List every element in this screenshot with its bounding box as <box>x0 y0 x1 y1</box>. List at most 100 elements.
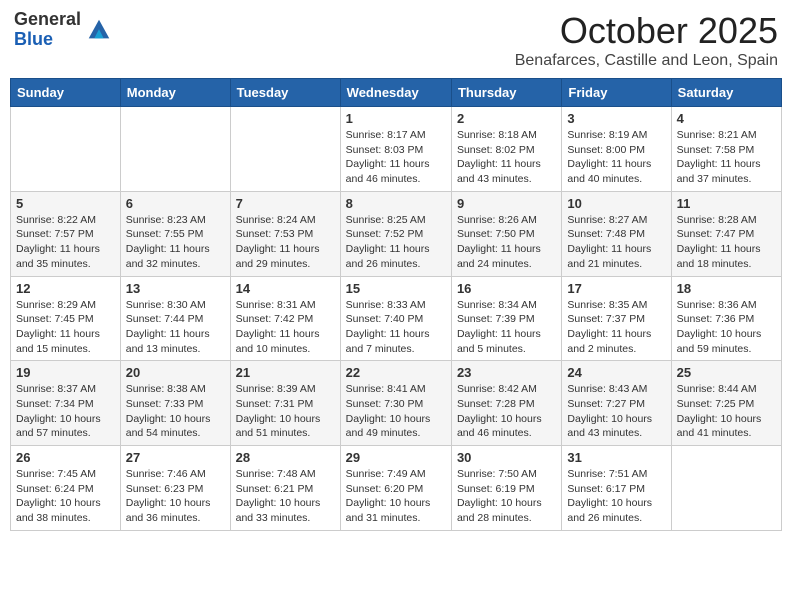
day-info: Sunrise: 8:28 AM Sunset: 7:47 PM Dayligh… <box>677 213 776 272</box>
day-info: Sunrise: 8:34 AM Sunset: 7:39 PM Dayligh… <box>457 298 556 357</box>
day-number: 21 <box>236 365 335 380</box>
day-number: 3 <box>567 111 665 126</box>
calendar-cell: 8 Sunrise: 8:25 AM Sunset: 7:52 PM Daylig… <box>340 191 451 276</box>
day-number: 31 <box>567 450 665 465</box>
day-info: Sunrise: 8:31 AM Sunset: 7:42 PM Dayligh… <box>236 298 335 357</box>
day-number: 12 <box>16 281 115 296</box>
calendar-cell: 3 Sunrise: 8:19 AM Sunset: 8:00 PM Daylig… <box>562 107 671 192</box>
title-block: October 2025 Benafarces, Castille and Le… <box>515 10 778 70</box>
day-number: 9 <box>457 196 556 211</box>
calendar-week-row: 19Sunrise: 8:37 AM Sunset: 7:34 PM Dayli… <box>11 361 782 446</box>
calendar-cell: 4Sunrise: 8:21 AM Sunset: 7:58 PM Daylig… <box>671 107 781 192</box>
day-number: 7 <box>236 196 335 211</box>
calendar-cell: 19Sunrise: 8:37 AM Sunset: 7:34 PM Dayli… <box>11 361 121 446</box>
day-info: Sunrise: 8:33 AM Sunset: 7:40 PM Dayligh… <box>346 298 446 357</box>
column-header-monday: Monday <box>120 79 230 107</box>
day-info: Sunrise: 7:50 AM Sunset: 6:19 PM Dayligh… <box>457 467 556 526</box>
calendar-cell: 24 Sunrise: 8:43 AM Sunset: 7:27 PM Dayli… <box>562 361 671 446</box>
day-info: Sunrise: 7:45 AM Sunset: 6:24 PM Dayligh… <box>16 467 115 526</box>
day-info: Sunrise: 8:35 AM Sunset: 7:37 PM Dayligh… <box>567 298 665 357</box>
calendar-cell: 17 Sunrise: 8:35 AM Sunset: 7:37 PM Dayli… <box>562 276 671 361</box>
calendar-cell: 31 Sunrise: 7:51 AM Sunset: 6:17 PM Dayli… <box>562 446 671 531</box>
calendar-cell: 11Sunrise: 8:28 AM Sunset: 7:47 PM Dayli… <box>671 191 781 276</box>
day-number: 13 <box>126 281 225 296</box>
day-number: 23 <box>457 365 556 380</box>
calendar-cell: 29 Sunrise: 7:49 AM Sunset: 6:20 PM Dayli… <box>340 446 451 531</box>
day-number: 26 <box>16 450 115 465</box>
calendar-cell: 13 Sunrise: 8:30 AM Sunset: 7:44 PM Dayli… <box>120 276 230 361</box>
day-info: Sunrise: 8:30 AM Sunset: 7:44 PM Dayligh… <box>126 298 225 357</box>
calendar-cell: 28 Sunrise: 7:48 AM Sunset: 6:21 PM Dayli… <box>230 446 340 531</box>
day-info: Sunrise: 8:17 AM Sunset: 8:03 PM Dayligh… <box>346 128 446 187</box>
day-info: Sunrise: 8:22 AM Sunset: 7:57 PM Dayligh… <box>16 213 115 272</box>
column-header-saturday: Saturday <box>671 79 781 107</box>
calendar-cell: 6Sunrise: 8:23 AM Sunset: 7:55 PM Daylig… <box>120 191 230 276</box>
day-number: 2 <box>457 111 556 126</box>
calendar-cell: 9 Sunrise: 8:26 AM Sunset: 7:50 PM Daylig… <box>451 191 561 276</box>
day-number: 17 <box>567 281 665 296</box>
logo-general-text: General <box>14 10 81 30</box>
day-number: 8 <box>346 196 446 211</box>
day-info: Sunrise: 8:29 AM Sunset: 7:45 PM Dayligh… <box>16 298 115 357</box>
day-info: Sunrise: 8:39 AM Sunset: 7:31 PM Dayligh… <box>236 382 335 441</box>
calendar-cell: 16 Sunrise: 8:34 AM Sunset: 7:39 PM Dayli… <box>451 276 561 361</box>
column-header-wednesday: Wednesday <box>340 79 451 107</box>
column-header-thursday: Thursday <box>451 79 561 107</box>
day-info: Sunrise: 7:49 AM Sunset: 6:20 PM Dayligh… <box>346 467 446 526</box>
day-info: Sunrise: 8:19 AM Sunset: 8:00 PM Dayligh… <box>567 128 665 187</box>
calendar-cell: 26 Sunrise: 7:45 AM Sunset: 6:24 PM Dayli… <box>11 446 121 531</box>
calendar-cell <box>671 446 781 531</box>
calendar-cell: 15 Sunrise: 8:33 AM Sunset: 7:40 PM Dayli… <box>340 276 451 361</box>
day-number: 16 <box>457 281 556 296</box>
day-number: 15 <box>346 281 446 296</box>
day-info: Sunrise: 7:51 AM Sunset: 6:17 PM Dayligh… <box>567 467 665 526</box>
calendar-cell <box>230 107 340 192</box>
day-info: Sunrise: 7:46 AM Sunset: 6:23 PM Dayligh… <box>126 467 225 526</box>
calendar-cell: 12 Sunrise: 8:29 AM Sunset: 7:45 PM Dayli… <box>11 276 121 361</box>
day-number: 22 <box>346 365 446 380</box>
calendar-week-row: 26 Sunrise: 7:45 AM Sunset: 6:24 PM Dayli… <box>11 446 782 531</box>
day-info: Sunrise: 8:43 AM Sunset: 7:27 PM Dayligh… <box>567 382 665 441</box>
day-info: Sunrise: 8:26 AM Sunset: 7:50 PM Dayligh… <box>457 213 556 272</box>
day-number: 5 <box>16 196 115 211</box>
calendar-cell: 30 Sunrise: 7:50 AM Sunset: 6:19 PM Dayli… <box>451 446 561 531</box>
calendar-cell: 23 Sunrise: 8:42 AM Sunset: 7:28 PM Dayli… <box>451 361 561 446</box>
day-number: 29 <box>346 450 446 465</box>
calendar-cell: 20 Sunrise: 8:38 AM Sunset: 7:33 PM Dayli… <box>120 361 230 446</box>
calendar-cell: 14Sunrise: 8:31 AM Sunset: 7:42 PM Dayli… <box>230 276 340 361</box>
day-info: Sunrise: 8:44 AM Sunset: 7:25 PM Dayligh… <box>677 382 776 441</box>
logo-blue-text: Blue <box>14 30 81 50</box>
month-title: October 2025 <box>515 10 778 52</box>
column-header-sunday: Sunday <box>11 79 121 107</box>
calendar-cell: 27 Sunrise: 7:46 AM Sunset: 6:23 PM Dayli… <box>120 446 230 531</box>
day-info: Sunrise: 8:25 AM Sunset: 7:52 PM Dayligh… <box>346 213 446 272</box>
day-number: 30 <box>457 450 556 465</box>
day-number: 24 <box>567 365 665 380</box>
day-info: Sunrise: 8:21 AM Sunset: 7:58 PM Dayligh… <box>677 128 776 187</box>
day-info: Sunrise: 8:24 AM Sunset: 7:53 PM Dayligh… <box>236 213 335 272</box>
calendar-header-row: SundayMondayTuesdayWednesdayThursdayFrid… <box>11 79 782 107</box>
day-info: Sunrise: 8:18 AM Sunset: 8:02 PM Dayligh… <box>457 128 556 187</box>
column-header-tuesday: Tuesday <box>230 79 340 107</box>
calendar-cell: 5 Sunrise: 8:22 AM Sunset: 7:57 PM Daylig… <box>11 191 121 276</box>
day-info: Sunrise: 8:36 AM Sunset: 7:36 PM Dayligh… <box>677 298 776 357</box>
day-number: 28 <box>236 450 335 465</box>
day-number: 27 <box>126 450 225 465</box>
location-title: Benafarces, Castille and Leon, Spain <box>515 52 778 70</box>
calendar-week-row: 12 Sunrise: 8:29 AM Sunset: 7:45 PM Dayli… <box>11 276 782 361</box>
day-info: Sunrise: 8:38 AM Sunset: 7:33 PM Dayligh… <box>126 382 225 441</box>
day-info: Sunrise: 8:42 AM Sunset: 7:28 PM Dayligh… <box>457 382 556 441</box>
calendar-cell: 21 Sunrise: 8:39 AM Sunset: 7:31 PM Dayli… <box>230 361 340 446</box>
day-number: 10 <box>567 196 665 211</box>
logo-icon <box>85 16 113 44</box>
day-number: 20 <box>126 365 225 380</box>
calendar-cell: 18 Sunrise: 8:36 AM Sunset: 7:36 PM Dayli… <box>671 276 781 361</box>
calendar-cell: 7 Sunrise: 8:24 AM Sunset: 7:53 PM Daylig… <box>230 191 340 276</box>
day-info: Sunrise: 8:41 AM Sunset: 7:30 PM Dayligh… <box>346 382 446 441</box>
day-info: Sunrise: 8:37 AM Sunset: 7:34 PM Dayligh… <box>16 382 115 441</box>
day-info: Sunrise: 8:27 AM Sunset: 7:48 PM Dayligh… <box>567 213 665 272</box>
day-number: 1 <box>346 111 446 126</box>
day-number: 18 <box>677 281 776 296</box>
day-info: Sunrise: 8:23 AM Sunset: 7:55 PM Dayligh… <box>126 213 225 272</box>
day-info: Sunrise: 7:48 AM Sunset: 6:21 PM Dayligh… <box>236 467 335 526</box>
